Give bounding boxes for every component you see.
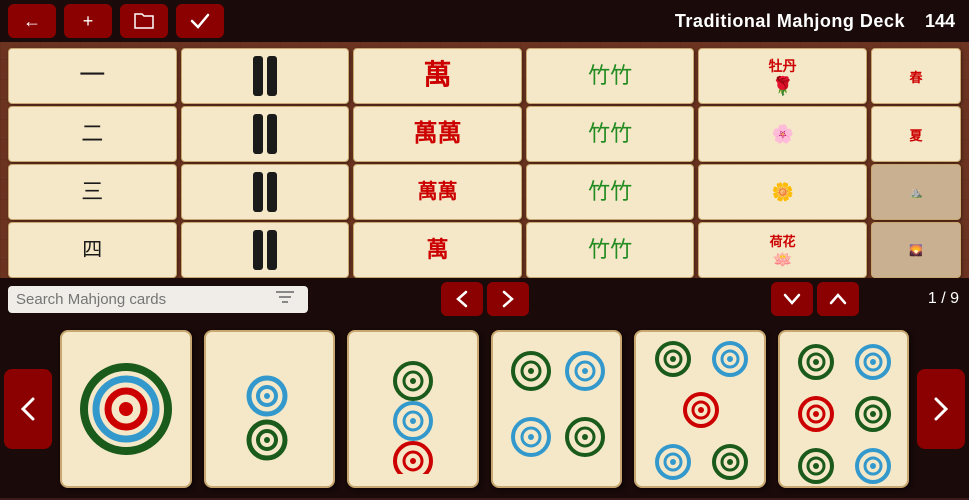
tray-card-2[interactable] (204, 330, 336, 488)
search-input[interactable] (16, 291, 276, 308)
next-button[interactable] (487, 282, 529, 316)
card-2-4[interactable] (181, 222, 350, 278)
deck-title: Traditional Mahjong Deck (675, 11, 905, 32)
card-2-1[interactable] (181, 48, 350, 104)
main-display: 一 二 三 四 (0, 42, 969, 320)
card-3-3[interactable]: 萬萬 (353, 164, 522, 220)
down-button[interactable] (771, 282, 813, 316)
card-6-3[interactable]: ⛰️ (871, 164, 961, 220)
folder-button[interactable] (120, 4, 168, 38)
card-columns: 一 二 三 四 (0, 42, 969, 278)
card-6-1[interactable]: 春 (871, 48, 961, 104)
card-2-3[interactable] (181, 164, 350, 220)
vert-arrows (771, 282, 859, 316)
tray-card-6[interactable] (778, 330, 910, 488)
card-1-3[interactable]: 三 (8, 164, 177, 220)
column-1: 一 二 三 四 (8, 48, 177, 278)
column-4: 竹竹 竹竹 竹竹 竹竹 (526, 48, 695, 278)
card-4-1[interactable]: 竹竹 (526, 48, 695, 104)
filter-icon[interactable] (276, 290, 294, 309)
card-6-2[interactable]: 夏 (871, 106, 961, 162)
card-4-4[interactable]: 竹竹 (526, 222, 695, 278)
back-button[interactable]: ← (8, 4, 56, 38)
bottom-controls: 1 / 9 (0, 278, 969, 320)
card-count: 144 (925, 11, 955, 32)
tray-card-5[interactable] (634, 330, 766, 488)
card-3-1[interactable]: 萬 (353, 48, 522, 104)
nav-arrows (441, 282, 529, 316)
prev-button[interactable] (441, 282, 483, 316)
card-5-3[interactable]: 🌼 (698, 164, 867, 220)
card-tray (0, 320, 969, 498)
toolbar: ← + Traditional Mahjong Deck 144 (0, 0, 969, 42)
card-5-4[interactable]: 荷花 🪷 (698, 222, 867, 278)
card-4-3[interactable]: 竹竹 (526, 164, 695, 220)
tray-left-button[interactable] (4, 369, 52, 449)
card-5-2[interactable]: 🌸 (698, 106, 867, 162)
tray-card-1[interactable] (60, 330, 192, 488)
card-1-2[interactable]: 二 (8, 106, 177, 162)
check-button[interactable] (176, 4, 224, 38)
card-2-2[interactable] (181, 106, 350, 162)
tray-right-button[interactable] (917, 369, 965, 449)
search-area[interactable] (8, 286, 308, 313)
tray-card-4[interactable] (491, 330, 623, 488)
column-6: 春 夏 ⛰️ 🌄 (871, 48, 961, 278)
column-2 (181, 48, 350, 278)
card-3-4[interactable]: 萬 (353, 222, 522, 278)
up-button[interactable] (817, 282, 859, 316)
page-indicator: 1 / 9 (928, 290, 959, 308)
column-3: 萬 萬萬 萬萬 萬 (353, 48, 522, 278)
card-1-1[interactable]: 一 (8, 48, 177, 104)
column-5: 牡丹 🌹 🌸 🌼 荷花 🪷 (698, 48, 867, 278)
card-4-2[interactable]: 竹竹 (526, 106, 695, 162)
tray-card-3[interactable] (347, 330, 479, 488)
add-button[interactable]: + (64, 4, 112, 38)
card-3-2[interactable]: 萬萬 (353, 106, 522, 162)
card-5-1[interactable]: 牡丹 🌹 (698, 48, 867, 104)
card-1-4[interactable]: 四 (8, 222, 177, 278)
card-6-4[interactable]: 🌄 (871, 222, 961, 278)
